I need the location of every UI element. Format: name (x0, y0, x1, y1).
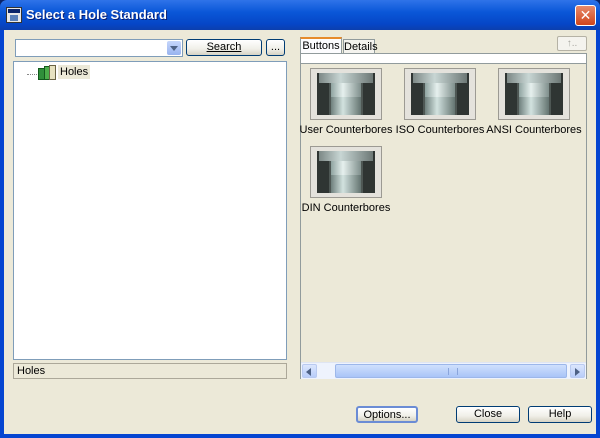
browse-button[interactable]: ... (266, 39, 285, 56)
counterbore-icon (404, 68, 476, 120)
window-frame-right (596, 30, 600, 438)
hole-tree[interactable]: Holes (13, 61, 287, 360)
close-window-button[interactable]: ✕ (575, 5, 596, 26)
counterbore-icon (310, 68, 382, 120)
chevron-down-icon[interactable] (167, 41, 181, 55)
counterbore-icon (498, 68, 570, 120)
window-frame-bottom (0, 434, 600, 438)
help-button[interactable]: Help (528, 406, 592, 423)
search-button-label: Search (206, 41, 242, 53)
tree-item-holes[interactable]: Holes (58, 65, 91, 79)
app-window-icon (6, 7, 22, 23)
help-button-label: Help (548, 408, 572, 420)
status-bar: Holes (13, 363, 287, 379)
up-folder-button[interactable]: ↑.. (557, 36, 587, 51)
options-button[interactable]: Options... (356, 406, 418, 423)
title-bar[interactable]: Select a Hole Standard ✕ (0, 0, 600, 30)
standard-item-iso[interactable]: ISO Counterbores (395, 68, 485, 148)
item-label: User Counterbores (299, 124, 393, 136)
window-title: Select a Hole Standard (26, 7, 167, 22)
standard-item-din[interactable]: DIN Counterbores (301, 146, 391, 226)
item-label: DIN Counterbores (301, 202, 391, 214)
close-button-label: Close (473, 408, 503, 420)
dialog-client-area: Search ... Holes Holes Details Buttons ↑… (4, 30, 596, 434)
standard-item-ansi[interactable]: ANSI Counterbores (486, 68, 582, 148)
horizontal-scrollbar[interactable] (301, 362, 586, 379)
pane-header (301, 54, 586, 64)
search-button[interactable]: Search (186, 39, 262, 56)
counterbore-grid: User Counterbores ISO Counterbores ANSI … (300, 64, 586, 362)
item-label: ISO Counterbores (395, 124, 485, 136)
search-combo[interactable] (15, 39, 183, 57)
scrollbar-thumb[interactable] (335, 364, 567, 378)
dialog-window: Select a Hole Standard ✕ Search ... Hole… (0, 0, 600, 438)
scroll-right-icon[interactable] (570, 364, 585, 378)
counterbore-icon (310, 146, 382, 198)
scroll-left-icon[interactable] (302, 364, 317, 378)
books-icon (38, 65, 56, 81)
scrollbar-grip-icon (448, 368, 458, 375)
options-button-label: Options... (363, 409, 411, 421)
tab-buttons[interactable]: Buttons (300, 37, 342, 54)
close-button[interactable]: Close (456, 406, 520, 423)
standard-item-user[interactable]: User Counterbores (300, 68, 392, 148)
item-label: ANSI Counterbores (486, 124, 582, 136)
buttons-pane: User Counterbores ISO Counterbores ANSI … (300, 53, 587, 379)
